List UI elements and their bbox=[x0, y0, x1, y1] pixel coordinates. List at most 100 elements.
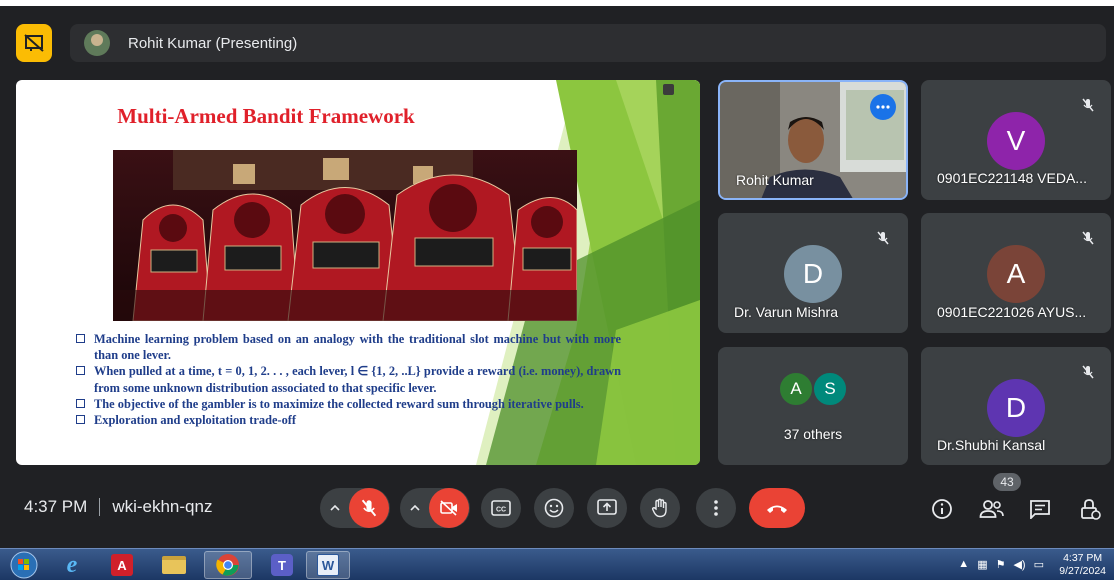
more-horizontal-icon bbox=[876, 105, 890, 109]
taskbar-chrome[interactable] bbox=[204, 551, 252, 579]
participant-name: 0901EC221026 AYUS... bbox=[937, 304, 1087, 320]
stop-presenting-button[interactable] bbox=[16, 24, 52, 62]
chat-icon bbox=[1030, 500, 1050, 519]
lock-person-icon bbox=[1081, 499, 1101, 520]
present-screen-icon bbox=[597, 499, 617, 515]
participant-tile-others[interactable]: A S 37 others bbox=[718, 347, 908, 465]
windows-taskbar: e A T W ▲ ▦ ⚑ ◀) ▭ 4:37 PM 9/27/2024 bbox=[0, 548, 1114, 580]
video-options-button[interactable] bbox=[401, 505, 429, 511]
presentation-off-icon bbox=[24, 34, 44, 52]
presenter-name: Rohit Kumar (Presenting) bbox=[128, 34, 298, 52]
slot-machines-image bbox=[113, 150, 577, 321]
teams-icon: T bbox=[271, 554, 293, 576]
participant-name: Dr. Varun Mishra bbox=[734, 304, 838, 320]
show-hidden-icons-icon[interactable]: ▲ bbox=[958, 558, 969, 571]
divider bbox=[99, 498, 101, 516]
avatar: V bbox=[987, 112, 1045, 170]
participant-name: Rohit Kumar bbox=[736, 172, 814, 188]
taskbar-time: 4:37 PM bbox=[1063, 552, 1103, 564]
others-count-label: 37 others bbox=[783, 426, 843, 442]
more-vertical-icon bbox=[714, 500, 718, 516]
raise-hand-button[interactable] bbox=[640, 488, 680, 528]
volume-icon[interactable]: ◀) bbox=[1013, 558, 1025, 571]
participant-tile-ayus[interactable]: A 0901EC221026 AYUS... bbox=[921, 213, 1111, 333]
avatar: S bbox=[812, 371, 848, 407]
system-tray: ▲ ▦ ⚑ ◀) ▭ bbox=[958, 558, 1044, 571]
list-item: Machine learning problem based on an ana… bbox=[76, 331, 621, 363]
reactions-button[interactable] bbox=[534, 488, 574, 528]
camera-off-icon bbox=[440, 500, 457, 516]
host-controls-button[interactable] bbox=[1076, 496, 1104, 522]
meeting-info: 4:37 PM wki-ekhn-qnz bbox=[24, 497, 212, 517]
leave-call-button[interactable] bbox=[749, 488, 805, 528]
participant-tile-rohit[interactable]: Rohit Kumar bbox=[718, 80, 908, 200]
start-button[interactable] bbox=[4, 551, 44, 579]
people-button[interactable] bbox=[978, 496, 1006, 522]
captions-button[interactable]: CC bbox=[481, 488, 521, 528]
meeting-time: 4:37 PM bbox=[24, 497, 88, 516]
network-icon[interactable]: ▦ bbox=[977, 558, 987, 571]
avatar: A bbox=[778, 371, 814, 407]
list-item: The objective of the gambler is to maxim… bbox=[76, 396, 621, 412]
taskbar-explorer[interactable] bbox=[154, 551, 194, 579]
mic-off-icon bbox=[1077, 94, 1099, 116]
chevron-up-icon bbox=[410, 505, 420, 511]
closed-captions-icon: CC bbox=[491, 500, 511, 516]
people-icon bbox=[979, 500, 1004, 518]
slide-title: Multi-Armed Bandit Framework bbox=[117, 104, 415, 128]
taskbar-acrobat[interactable]: A bbox=[102, 551, 142, 579]
chrome-icon bbox=[216, 554, 239, 576]
audio-options-button[interactable] bbox=[321, 505, 349, 511]
svg-text:CC: CC bbox=[496, 507, 506, 514]
avatar: D bbox=[987, 379, 1045, 437]
more-options-button[interactable] bbox=[696, 488, 736, 528]
video-control-group bbox=[400, 488, 470, 528]
participant-name: Dr.Shubhi Kansal bbox=[937, 437, 1046, 453]
hand-icon bbox=[651, 498, 667, 518]
participant-count-badge: 43 bbox=[993, 473, 1021, 491]
chat-button[interactable] bbox=[1026, 496, 1054, 522]
participant-tile-shubhi[interactable]: D Dr.Shubhi Kansal bbox=[921, 347, 1111, 465]
bullet-box bbox=[76, 398, 85, 408]
meeting-code: wki-ekhn-qnz bbox=[112, 497, 213, 516]
mic-off-icon bbox=[361, 499, 377, 517]
bullet-box bbox=[76, 415, 85, 425]
taskbar-ie[interactable]: e bbox=[52, 551, 92, 579]
present-now-button[interactable] bbox=[587, 488, 627, 528]
list-item: Exploration and exploitation trade-off bbox=[76, 412, 621, 428]
grid-icon bbox=[663, 84, 674, 95]
list-item: When pulled at a time, t = 0, 1, 2. . . … bbox=[76, 363, 621, 395]
shared-slide: Multi-Armed Bandit Framework Machine lea… bbox=[16, 80, 700, 465]
more-options-button[interactable] bbox=[870, 94, 896, 120]
folder-icon bbox=[162, 556, 186, 574]
windows-logo-icon bbox=[10, 551, 38, 579]
meet-window: Rohit Kumar (Presenting) Multi-Armed Ban… bbox=[0, 0, 1114, 548]
presenting-bar: Rohit Kumar (Presenting) bbox=[70, 24, 1106, 62]
meeting-details-button[interactable] bbox=[928, 496, 956, 522]
bullet-box bbox=[76, 366, 85, 376]
mic-off-icon bbox=[872, 227, 894, 249]
avatar bbox=[84, 30, 110, 56]
taskbar-teams[interactable]: T bbox=[262, 551, 302, 579]
taskbar-date: 9/27/2024 bbox=[1059, 565, 1106, 577]
participant-tile-veda[interactable]: V 0901EC221148 VEDA... bbox=[921, 80, 1111, 200]
microphone-toggle-button[interactable] bbox=[349, 488, 389, 528]
top-strip bbox=[0, 0, 1114, 6]
mic-off-icon bbox=[1077, 361, 1099, 383]
audio-control-group bbox=[320, 488, 390, 528]
slide-bullets: Machine learning problem based on an ana… bbox=[76, 331, 621, 428]
hang-up-icon bbox=[767, 505, 787, 513]
info-icon bbox=[932, 499, 952, 519]
avatar: D bbox=[784, 245, 842, 303]
camera-toggle-button[interactable] bbox=[429, 488, 469, 528]
taskbar-word[interactable]: W bbox=[306, 551, 350, 579]
chevron-up-icon bbox=[330, 505, 340, 511]
bullet-box bbox=[76, 334, 85, 343]
taskbar-clock[interactable]: 4:37 PM 9/27/2024 bbox=[1059, 552, 1106, 578]
participant-name: 0901EC221148 VEDA... bbox=[937, 170, 1087, 186]
participant-tile-varun[interactable]: D Dr. Varun Mishra bbox=[718, 213, 908, 333]
flag-icon[interactable]: ⚑ bbox=[996, 558, 1006, 571]
battery-icon[interactable]: ▭ bbox=[1034, 558, 1044, 571]
emoji-icon bbox=[544, 498, 564, 518]
mic-off-icon bbox=[1077, 227, 1099, 249]
